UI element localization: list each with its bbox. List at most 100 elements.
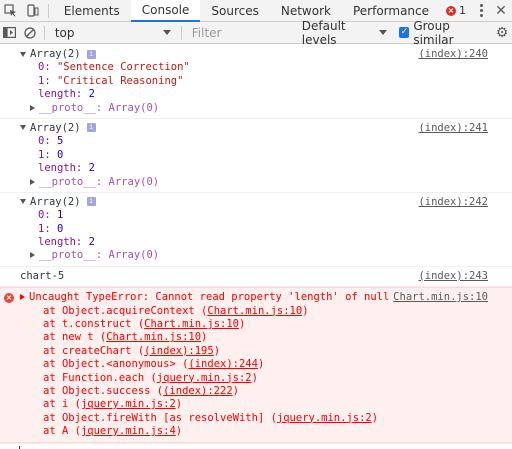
stack-frame-text: ) <box>213 344 221 357</box>
stack-frame: at Object.acquireContext (Chart.min.js:1… <box>20 305 488 318</box>
stack-frame-link[interactable]: (index):195 <box>144 345 214 357</box>
stack-frame-text: at Object.fireWith [as resolveWith] ( <box>43 411 277 424</box>
stack-frame-text: at i ( <box>43 398 81 411</box>
stack-frame-text: ) <box>257 358 265 371</box>
error-counter[interactable]: × 1 <box>440 4 472 17</box>
expand-right-icon[interactable] <box>20 294 25 301</box>
stack-frame-text: at new t ( <box>43 331 107 344</box>
console-log: Array(2) i 0: "Sentence Correction" 1: "C… <box>0 45 512 449</box>
stack-frame-text: at Object.success ( <box>43 384 164 397</box>
log-levels-label: Default levels <box>301 18 346 47</box>
expand-down-icon[interactable] <box>20 125 26 131</box>
error-message: × Uncaught TypeError: Cannot read proper… <box>0 287 512 443</box>
array-entry: 0: 1 <box>38 209 64 222</box>
source-link[interactable]: (index):241 <box>418 122 488 134</box>
array-entry: 0: "Sentence Correction" <box>38 61 190 74</box>
stack-frame-text: ) <box>302 304 309 317</box>
stack-frame-link[interactable]: jquery.min.js:4 <box>81 425 176 437</box>
array-entry: 1: 0 <box>38 222 64 235</box>
tab-console[interactable]: Console <box>130 0 201 22</box>
info-icon: i <box>86 49 96 59</box>
tab-divider <box>47 3 49 18</box>
tab-sources[interactable]: Sources <box>200 0 269 21</box>
array-entry: length: 2 <box>38 236 95 249</box>
console-toolbar: top Default levels ✓ Group similar ⚙ <box>0 19 512 47</box>
stack-frame-link[interactable]: (index):244 <box>188 358 258 370</box>
stack-frame-link[interactable]: jquery.min.js:2 <box>277 412 372 424</box>
expand-right-icon[interactable] <box>30 178 35 185</box>
stack-frame-link[interactable]: jquery.min.js:2 <box>81 398 176 410</box>
stack-frame-text: ) <box>175 398 183 411</box>
console-prompt[interactable]: › <box>0 442 512 449</box>
source-link[interactable]: Chart.min.js:10 <box>393 291 488 303</box>
group-similar-toggle[interactable]: ✓ Group similar <box>393 19 492 47</box>
console-message: Array(2) i 0: 5 1: 0 length: 2 __proto__:… <box>0 119 512 193</box>
stack-frame-text: at A ( <box>43 425 81 438</box>
more-options-icon[interactable] <box>472 4 490 17</box>
stack-frame-text: ) <box>175 425 183 438</box>
expand-right-icon[interactable] <box>30 252 35 259</box>
proto-row[interactable]: __proto__: Array(0) <box>20 102 488 115</box>
console-sidebar-icon[interactable] <box>0 22 20 44</box>
stack-frame-text: at Function.each ( <box>43 371 157 384</box>
proto-row[interactable]: __proto__: Array(0) <box>20 249 488 262</box>
stack-frame-text: ) <box>238 318 246 331</box>
stack-frame: at i (jquery.min.js:2) <box>20 398 488 411</box>
gear-icon[interactable]: ⚙ <box>492 25 512 41</box>
device-toolbar-icon[interactable] <box>22 0 44 21</box>
stack-frame: at t.construct (Chart.min.js:10) <box>20 318 488 331</box>
inspect-icon[interactable] <box>0 0 22 21</box>
chevron-down-icon <box>379 30 388 35</box>
clear-console-icon[interactable] <box>20 22 40 44</box>
error-count: 1 <box>459 4 467 17</box>
context-value: top <box>54 25 75 40</box>
stack-frame-text: at createChart ( <box>43 344 145 357</box>
console-message: chart-5 (index):243 <box>0 267 512 288</box>
error-icon: × <box>4 293 14 304</box>
expand-right-icon[interactable] <box>30 104 35 111</box>
stack-frame-text: ) <box>371 411 379 424</box>
error-stack: at Object.acquireContext (Chart.min.js:1… <box>20 305 488 439</box>
stack-frame-link[interactable]: Chart.min.js:10 <box>207 305 302 317</box>
checkbox-checked-icon[interactable]: ✓ <box>399 27 410 38</box>
stack-frame: at createChart ((index):195) <box>20 345 488 358</box>
toolbar-divider <box>180 25 182 40</box>
filter-input[interactable] <box>185 23 296 42</box>
stack-frame: at Object.success ((index):222) <box>20 385 488 398</box>
stack-frame-text: at Object.acquireContext ( <box>43 304 208 317</box>
stack-frame-text: at t.construct ( <box>43 318 145 331</box>
stack-frame: at new t (Chart.min.js:10) <box>20 331 488 344</box>
stack-frame: at Object.fireWith [as resolveWith] (jqu… <box>20 412 488 425</box>
tab-elements[interactable]: Elements <box>53 0 131 21</box>
array-entry: 0: 5 <box>38 135 64 148</box>
stack-frame-text: ) <box>251 371 258 384</box>
error-icon: × <box>446 5 457 16</box>
context-selector[interactable]: top <box>49 26 177 40</box>
source-link[interactable]: (index):242 <box>418 196 488 208</box>
stack-frame-text: ) <box>201 331 208 344</box>
chevron-down-icon <box>162 30 171 35</box>
info-icon: i <box>86 123 96 133</box>
source-link[interactable]: (index):240 <box>418 48 488 60</box>
console-message: Array(2) i 0: "Sentence Correction" 1: "C… <box>0 45 512 119</box>
close-icon[interactable]: ✕ <box>490 3 512 19</box>
array-entry: length: 2 <box>38 162 95 175</box>
stack-frame: at Function.each (jquery.min.js:2) <box>20 372 488 385</box>
stack-frame: at Object.<anonymous> ((index):244) <box>20 358 488 371</box>
stack-frame-link[interactable]: Chart.min.js:10 <box>144 318 239 330</box>
expand-down-icon[interactable] <box>20 51 26 57</box>
prompt-chevron-icon: › <box>6 445 13 449</box>
source-link[interactable]: (index):243 <box>418 270 488 282</box>
expand-down-icon[interactable] <box>20 199 26 205</box>
array-entry: 1: "Critical Reasoning" <box>38 74 184 87</box>
stack-frame-link[interactable]: Chart.min.js:10 <box>106 331 201 343</box>
proto-row[interactable]: __proto__: Array(0) <box>20 176 488 189</box>
stack-frame: at A (jquery.min.js:4) <box>20 425 488 438</box>
array-entry: 1: 0 <box>38 148 64 161</box>
console-message: Array(2) i 0: 1 1: 0 length: 2 __proto__:… <box>0 193 512 267</box>
toolbar-divider <box>43 25 45 40</box>
stack-frame-link[interactable]: jquery.min.js:2 <box>157 372 252 384</box>
stack-frame-link[interactable]: (index):222 <box>163 385 233 397</box>
log-levels-dropdown[interactable]: Default levels <box>296 19 394 47</box>
array-entry: length: 2 <box>38 88 95 101</box>
